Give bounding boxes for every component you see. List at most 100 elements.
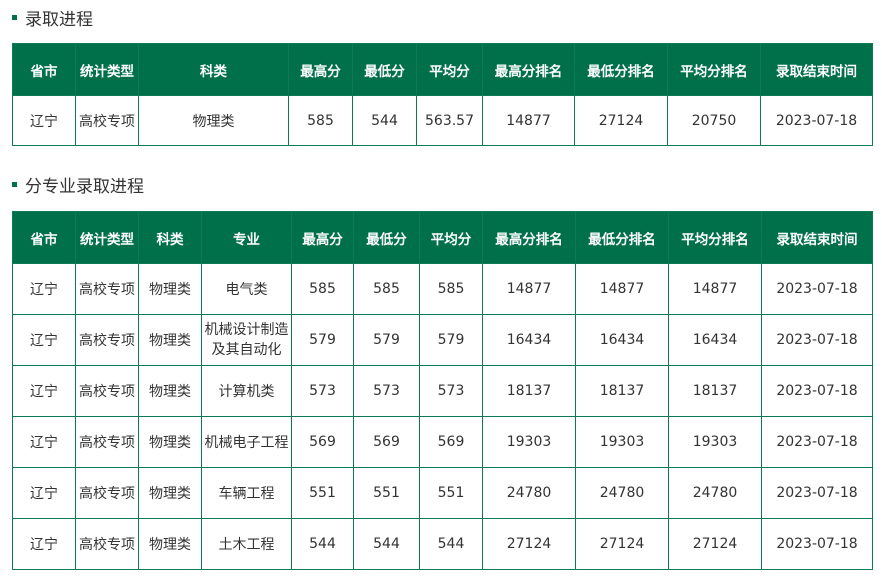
- header-avg-rank: 平均分排名: [667, 43, 761, 96]
- header-end-date: 录取结束时间: [761, 211, 873, 264]
- cell-max-score: 585: [288, 95, 353, 146]
- cell-major: 电气类: [201, 263, 292, 315]
- cell-end-date: 2023-07-18: [761, 365, 873, 417]
- cell-subject: 物理类: [138, 365, 202, 417]
- cell-subject: 物理类: [138, 518, 202, 570]
- cell-major: 计算机类: [201, 365, 292, 417]
- cell-min-rank: 14877: [575, 263, 669, 315]
- cell-max-score: 573: [291, 365, 354, 417]
- cell-min-score: 579: [353, 314, 420, 366]
- cell-major: 机械设计制造及其自动化: [201, 314, 292, 366]
- cell-province: 辽宁: [12, 95, 76, 146]
- header-max-score: 最高分: [288, 43, 353, 96]
- header-min-score: 最低分: [353, 211, 420, 264]
- cell-subject: 物理类: [138, 467, 202, 519]
- table-header-row: 省市 统计类型 科类 专业 最高分 最低分 平均分 最高分排名 最低分排名 平均…: [12, 211, 873, 264]
- cell-min-score: 585: [353, 263, 420, 315]
- table-header-row: 省市 统计类型 科类 最高分 最低分 平均分 最高分排名 最低分排名 平均分排名…: [12, 43, 873, 96]
- cell-avg-rank: 19303: [668, 416, 762, 468]
- cell-min-score: 573: [353, 365, 420, 417]
- table-row: 辽宁 高校专项 物理类 585 544 563.57 14877 27124 2…: [12, 95, 873, 146]
- cell-avg-rank: 16434: [668, 314, 762, 366]
- header-max-rank: 最高分排名: [482, 211, 576, 264]
- cell-max-score: 579: [291, 314, 354, 366]
- cell-min-rank: 16434: [575, 314, 669, 366]
- cell-min-rank: 27124: [574, 95, 668, 146]
- cell-max-rank: 14877: [482, 95, 575, 146]
- cell-stat-type: 高校专项: [75, 365, 139, 417]
- bullet-square-icon: [12, 14, 17, 20]
- section-title-text: 分专业录取进程: [25, 176, 144, 197]
- cell-avg-score: 569: [419, 416, 483, 468]
- cell-max-rank: 14877: [482, 263, 576, 315]
- cell-end-date: 2023-07-18: [760, 95, 873, 146]
- cell-max-score: 551: [291, 467, 354, 519]
- cell-end-date: 2023-07-18: [761, 416, 873, 468]
- cell-min-rank: 24780: [575, 467, 669, 519]
- table-row: 辽宁 高校专项 物理类 机械电子工程 569 569 569 19303 193…: [12, 416, 873, 468]
- cell-max-rank: 18137: [482, 365, 576, 417]
- header-subject: 科类: [138, 43, 289, 96]
- cell-major: 土木工程: [201, 518, 292, 570]
- cell-avg-score: 573: [419, 365, 483, 417]
- header-major: 专业: [201, 211, 292, 264]
- cell-major: 机械电子工程: [201, 416, 292, 468]
- section-title-admission-progress: 录取进程: [0, 6, 93, 30]
- header-min-score: 最低分: [352, 43, 417, 96]
- table-row: 辽宁 高校专项 物理类 机械设计制造及其自动化 579 579 579 1643…: [12, 314, 873, 366]
- admission-progress-table: 省市 统计类型 科类 最高分 最低分 平均分 最高分排名 最低分排名 平均分排名…: [12, 43, 873, 146]
- cell-province: 辽宁: [12, 416, 76, 468]
- cell-province: 辽宁: [12, 518, 76, 570]
- cell-min-rank: 19303: [575, 416, 669, 468]
- header-avg-rank: 平均分排名: [668, 211, 762, 264]
- cell-min-rank: 27124: [575, 518, 669, 570]
- cell-stat-type: 高校专项: [75, 518, 139, 570]
- cell-min-score: 551: [353, 467, 420, 519]
- cell-province: 辽宁: [12, 314, 76, 366]
- cell-avg-rank: 24780: [668, 467, 762, 519]
- table-row: 辽宁 高校专项 物理类 计算机类 573 573 573 18137 18137…: [12, 365, 873, 417]
- header-min-rank: 最低分排名: [575, 211, 669, 264]
- cell-min-score: 569: [353, 416, 420, 468]
- cell-province: 辽宁: [12, 365, 76, 417]
- cell-province: 辽宁: [12, 263, 76, 315]
- cell-avg-rank: 20750: [667, 95, 761, 146]
- table-row: 辽宁 高校专项 物理类 车辆工程 551 551 551 24780 24780…: [12, 467, 873, 519]
- cell-avg-score: 585: [419, 263, 483, 315]
- cell-min-score: 544: [353, 518, 420, 570]
- cell-subject: 物理类: [138, 95, 289, 146]
- header-stat-type: 统计类型: [75, 43, 139, 96]
- cell-avg-score: 579: [419, 314, 483, 366]
- cell-max-rank: 24780: [482, 467, 576, 519]
- table-row: 辽宁 高校专项 物理类 电气类 585 585 585 14877 14877 …: [12, 263, 873, 315]
- header-province: 省市: [12, 211, 76, 264]
- cell-subject: 物理类: [138, 416, 202, 468]
- cell-subject: 物理类: [138, 263, 202, 315]
- header-province: 省市: [12, 43, 76, 96]
- cell-avg-score: 544: [419, 518, 483, 570]
- header-subject: 科类: [138, 211, 202, 264]
- cell-avg-score: 551: [419, 467, 483, 519]
- bullet-square-icon: [12, 181, 17, 187]
- cell-end-date: 2023-07-18: [761, 314, 873, 366]
- cell-province: 辽宁: [12, 467, 76, 519]
- cell-major: 车辆工程: [201, 467, 292, 519]
- section-title-major-admission-progress: 分专业录取进程: [0, 173, 144, 197]
- cell-max-score: 544: [291, 518, 354, 570]
- cell-stat-type: 高校专项: [75, 314, 139, 366]
- cell-avg-rank: 27124: [668, 518, 762, 570]
- cell-subject: 物理类: [138, 314, 202, 366]
- header-max-score: 最高分: [291, 211, 354, 264]
- cell-stat-type: 高校专项: [75, 416, 139, 468]
- cell-end-date: 2023-07-18: [761, 467, 873, 519]
- cell-max-score: 569: [291, 416, 354, 468]
- cell-avg-rank: 14877: [668, 263, 762, 315]
- cell-max-rank: 27124: [482, 518, 576, 570]
- cell-end-date: 2023-07-18: [761, 518, 873, 570]
- header-min-rank: 最低分排名: [574, 43, 668, 96]
- cell-end-date: 2023-07-18: [761, 263, 873, 315]
- cell-stat-type: 高校专项: [75, 467, 139, 519]
- cell-min-rank: 18137: [575, 365, 669, 417]
- cell-max-score: 585: [291, 263, 354, 315]
- cell-avg-rank: 18137: [668, 365, 762, 417]
